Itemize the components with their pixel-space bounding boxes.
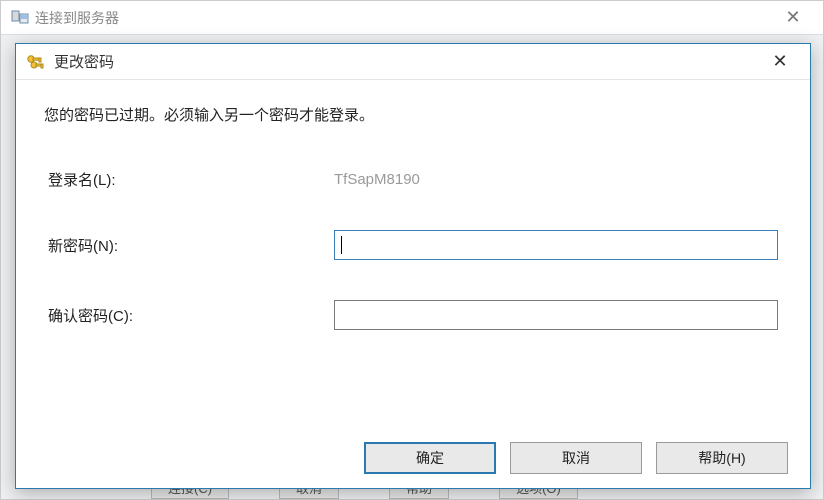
- cancel-button[interactable]: 取消: [510, 442, 642, 474]
- keys-icon: [26, 53, 46, 71]
- dialog-titlebar: 更改密码 ✕: [16, 44, 810, 80]
- outer-close-button[interactable]: ✕: [773, 4, 813, 32]
- text-caret: [341, 236, 342, 254]
- login-row: 登录名(L): TfSapM8190: [44, 169, 782, 190]
- close-icon: ✕: [772, 51, 787, 72]
- dialog-message: 您的密码已过期。必须输入另一个密码才能登录。: [44, 104, 782, 125]
- ok-button[interactable]: 确定: [364, 442, 496, 474]
- help-button[interactable]: 帮助(H): [656, 442, 788, 474]
- dialog-title: 更改密码: [54, 51, 114, 72]
- new-password-row: 新密码(N):: [44, 230, 782, 260]
- close-icon: ✕: [785, 7, 800, 28]
- change-password-dialog: 更改密码 ✕ 您的密码已过期。必须输入另一个密码才能登录。 登录名(L): Tf…: [15, 43, 811, 489]
- new-password-input[interactable]: [334, 230, 778, 260]
- outer-window: 连接到服务器 ✕ 连接(C) 取消 帮助 选项(O): [0, 0, 824, 500]
- dialog-footer: 确定 取消 帮助(H): [364, 442, 788, 474]
- new-password-label: 新密码(N):: [44, 235, 334, 256]
- login-label: 登录名(L):: [44, 169, 334, 190]
- outer-titlebar: 连接到服务器 ✕: [1, 1, 823, 35]
- login-value: TfSapM8190: [334, 171, 420, 188]
- confirm-password-label: 确认密码(C):: [44, 305, 334, 326]
- outer-title: 连接到服务器: [35, 8, 119, 28]
- dialog-close-button[interactable]: ✕: [760, 48, 800, 76]
- server-connect-icon: [11, 9, 29, 27]
- dialog-body: 您的密码已过期。必须输入另一个密码才能登录。 登录名(L): TfSapM819…: [16, 80, 810, 330]
- confirm-password-row: 确认密码(C):: [44, 300, 782, 330]
- confirm-password-input[interactable]: [334, 300, 778, 330]
